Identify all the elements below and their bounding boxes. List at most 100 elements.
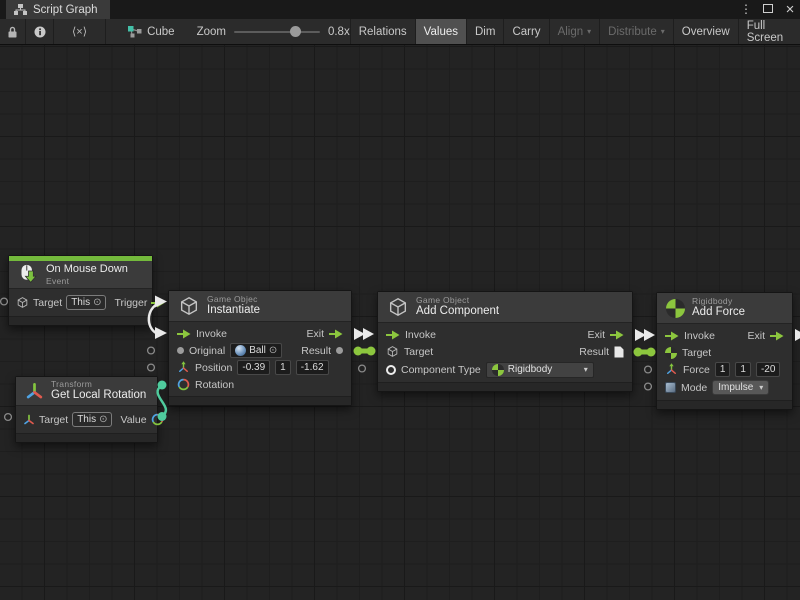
mode-dropdown[interactable]: Impulse ▾ (712, 380, 769, 395)
force-x: 1 (720, 364, 726, 375)
lock-button[interactable] (0, 19, 26, 44)
force-z-field[interactable]: -20 (756, 362, 780, 377)
position-z-field[interactable]: -1.62 (296, 360, 329, 375)
node-title: Instantiate (207, 304, 260, 318)
distribute-label: Distribute (608, 26, 657, 38)
mode-value: Impulse (718, 382, 753, 393)
exit-port-label: Exit (306, 328, 324, 340)
flow-arrow-icon[interactable] (151, 298, 165, 308)
target-value: This (71, 297, 90, 308)
position-x-field[interactable]: -0.39 (237, 360, 270, 375)
zoom-label: Zoom (197, 26, 226, 38)
port-addcomponent-componenttype[interactable] (359, 365, 366, 372)
menu-kebab-icon[interactable]: ⋮ (738, 0, 754, 19)
zoom-control: Zoom 0.8x (197, 19, 350, 44)
relations-button[interactable]: Relations (350, 19, 415, 44)
close-icon[interactable]: × (782, 0, 798, 19)
rigidbody-icon (665, 347, 677, 359)
force-mode-icon (665, 382, 676, 393)
flow-arrow-icon[interactable] (329, 329, 343, 339)
game-object-icon (16, 296, 29, 309)
tab-title: Script Graph (33, 4, 98, 16)
component-type-dropdown[interactable]: Rigidbody ▾ (486, 362, 594, 378)
node-header[interactable]: Transform Get Local Rotation (16, 377, 157, 406)
node-category: Game Object (416, 295, 499, 305)
port-addforce-force[interactable] (645, 366, 652, 373)
original-port[interactable] (177, 347, 184, 354)
component-type-value: Rigidbody (508, 364, 552, 375)
result-port-label: Result (579, 346, 609, 358)
dim-button[interactable]: Dim (466, 19, 503, 44)
node-add-component[interactable]: Game Object Add Component Invoke Exit (377, 291, 633, 392)
rotation-icon (177, 378, 190, 391)
code-icon: ⟨×⟩ (72, 25, 87, 38)
game-object-icon (387, 296, 409, 318)
result-port[interactable] (336, 347, 343, 354)
wire-result-to-target-2 (634, 348, 656, 357)
force-x-field[interactable]: 1 (715, 362, 731, 377)
target-port-label: Target (682, 347, 711, 359)
values-button[interactable]: Values (415, 19, 466, 44)
trigger-port-label: Trigger (114, 297, 147, 309)
window-controls: ⋮ × (738, 0, 798, 19)
position-y-field[interactable]: 1 (275, 360, 291, 375)
port-addforce-mode[interactable] (645, 383, 652, 390)
graph-canvas[interactable]: On Mouse Down Event Target This ⊙ Trigge… (0, 45, 800, 600)
overview-button[interactable]: Overview (673, 19, 738, 44)
maximize-icon[interactable] (760, 0, 776, 19)
node-header[interactable]: Game Object Add Component (378, 292, 632, 323)
edit-source-button[interactable]: ⟨×⟩ (54, 19, 106, 44)
align-button[interactable]: Align ▾ (549, 19, 600, 44)
flow-arrow-icon[interactable] (386, 330, 400, 340)
carry-button[interactable]: Carry (503, 19, 548, 44)
wire-exit-edge (795, 329, 800, 341)
target-value-field[interactable]: This ⊙ (72, 412, 112, 427)
port-onmousedown-target[interactable] (1, 298, 8, 305)
titlebar: Script Graph ⋮ × (0, 0, 800, 19)
node-header[interactable]: Game Objec Instantiate (169, 291, 351, 322)
port-instantiate-position[interactable] (148, 364, 155, 371)
node-add-force[interactable]: Rigidbody Add Force Invoke Exit Target (656, 292, 793, 410)
target-port-label: Target (33, 297, 62, 309)
tab-script-graph[interactable]: Script Graph (6, 0, 110, 19)
graph-breadcrumb[interactable]: Cube (127, 19, 175, 44)
inspect-button[interactable] (26, 19, 54, 44)
node-title: Add Force (692, 306, 745, 320)
port-getlocalrotation-target[interactable] (5, 414, 12, 421)
zoom-slider[interactable] (234, 31, 320, 33)
force-y-field[interactable]: 1 (735, 362, 751, 377)
component-type-port[interactable] (386, 365, 396, 375)
full-screen-button[interactable]: Full Screen (738, 19, 800, 44)
node-header[interactable]: On Mouse Down Event (9, 261, 152, 289)
position-x: -0.39 (242, 362, 265, 373)
original-value-field[interactable]: Ball ⊙ (230, 343, 282, 358)
node-on-mouse-down[interactable]: On Mouse Down Event Target This ⊙ Trigge… (8, 255, 153, 326)
flow-arrow-icon[interactable] (610, 330, 624, 340)
target-value-field[interactable]: This ⊙ (66, 295, 106, 310)
node-category: Rigidbody (692, 296, 745, 306)
flow-arrow-icon[interactable] (177, 329, 191, 339)
node-get-local-rotation[interactable]: Transform Get Local Rotation Target This… (15, 376, 158, 443)
node-instantiate[interactable]: Game Objec Instantiate Invoke Exit Origi… (168, 290, 352, 406)
flow-arrow-icon[interactable] (770, 331, 784, 341)
object-picker-icon[interactable]: ⊙ (99, 415, 107, 425)
distribute-button[interactable]: Distribute ▾ (599, 19, 673, 44)
port-instantiate-original[interactable] (148, 347, 155, 354)
zoom-slider-handle[interactable] (290, 26, 301, 37)
chevron-down-icon: ▾ (587, 27, 591, 36)
force-z: -20 (761, 364, 775, 375)
flow-arrow-icon[interactable] (665, 331, 679, 341)
rotation-icon[interactable] (151, 413, 164, 426)
node-title: On Mouse Down (46, 263, 128, 276)
node-footer (16, 433, 157, 442)
game-object-icon (386, 345, 399, 358)
object-picker-icon[interactable]: ⊙ (269, 346, 277, 356)
original-value: Ball (249, 345, 266, 356)
node-title: Get Local Rotation (51, 389, 146, 403)
node-header[interactable]: Rigidbody Add Force (657, 293, 792, 324)
info-icon (34, 26, 46, 38)
object-picker-icon[interactable]: ⊙ (93, 298, 101, 308)
toolbar: ⟨×⟩ Cube Zoom 0.8x Relations Values Dim … (0, 19, 800, 45)
transform-icon (23, 414, 35, 426)
document-icon[interactable] (614, 346, 624, 358)
